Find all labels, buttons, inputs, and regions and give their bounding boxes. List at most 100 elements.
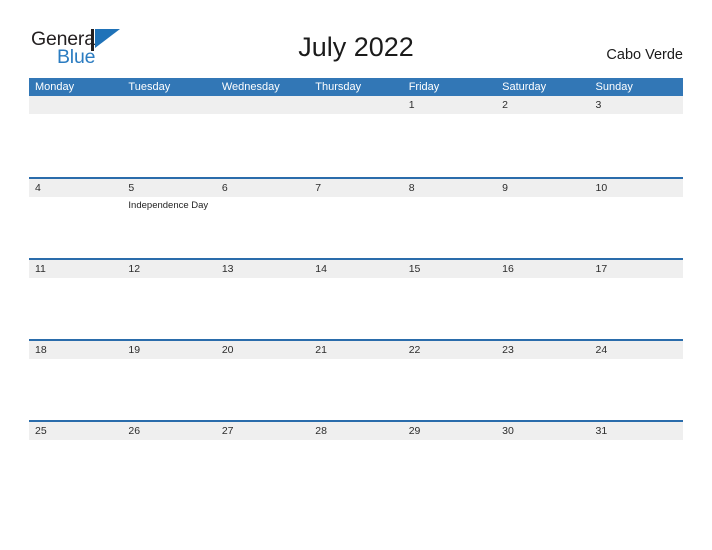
day-cell[interactable] — [403, 278, 496, 341]
day-cell[interactable] — [496, 359, 589, 422]
date-number[interactable]: 3 — [590, 96, 683, 114]
date-number-empty — [309, 96, 402, 114]
weekday-saturday: Saturday — [502, 81, 547, 93]
date-number[interactable]: 6 — [216, 179, 309, 197]
region-label: Cabo Verde — [606, 47, 683, 63]
day-cell[interactable] — [403, 359, 496, 422]
date-number[interactable]: 23 — [496, 341, 589, 359]
date-number[interactable]: 22 — [403, 341, 496, 359]
day-cell[interactable]: Independence Day — [122, 197, 215, 260]
day-cell[interactable] — [29, 278, 122, 341]
event-band — [29, 278, 683, 341]
calendar-week-row: 11 12 13 14 15 16 17 — [29, 258, 683, 341]
weekday-wednesday: Wednesday — [221, 81, 280, 93]
event-band — [29, 440, 683, 503]
day-cell[interactable] — [590, 278, 683, 341]
event-band: Independence Day — [29, 197, 683, 260]
calendar-page: General Blue July 2022 Cabo Verde Monday… — [0, 0, 712, 550]
day-cell[interactable] — [496, 114, 589, 177]
date-number[interactable]: 18 — [29, 341, 122, 359]
calendar-week-row: 123 — [29, 96, 683, 177]
day-cell[interactable] — [216, 197, 309, 260]
date-number[interactable]: 9 — [496, 179, 589, 197]
date-number[interactable]: 16 — [496, 260, 589, 278]
date-number[interactable]: 5 — [122, 179, 215, 197]
date-number[interactable]: 2 — [496, 96, 589, 114]
day-cell[interactable] — [403, 197, 496, 260]
date-number[interactable]: 20 — [216, 341, 309, 359]
day-cell — [29, 114, 122, 177]
calendar-weeks: 1 2 3 4 5 6 7 8 9 10 Independence Day 11 12 13 14 15 16 1… — [29, 96, 683, 503]
day-cell[interactable] — [590, 440, 683, 503]
date-number[interactable]: 31 — [590, 422, 683, 440]
date-number[interactable]: 28 — [309, 422, 402, 440]
day-cell[interactable] — [590, 359, 683, 422]
day-cell[interactable] — [122, 440, 215, 503]
day-cell[interactable] — [309, 278, 402, 341]
holiday-label: Independence Day — [128, 200, 209, 211]
day-cell[interactable] — [29, 197, 122, 260]
calendar-week-row: 4 5 6 7 8 9 10 Independence Day — [29, 177, 683, 260]
date-number[interactable]: 19 — [122, 341, 215, 359]
date-number[interactable]: 21 — [309, 341, 402, 359]
page-title: July 2022 — [298, 32, 414, 62]
date-number[interactable]: 14 — [309, 260, 402, 278]
day-cell[interactable] — [216, 359, 309, 422]
date-number[interactable]: 17 — [590, 260, 683, 278]
day-cell[interactable] — [403, 114, 496, 177]
date-number[interactable]: 12 — [122, 260, 215, 278]
event-band — [29, 114, 683, 177]
day-cell[interactable] — [309, 197, 402, 260]
date-number-empty — [216, 96, 309, 114]
date-number[interactable]: 1 — [403, 96, 496, 114]
calendar-grid: Monday Tuesday Wednesday Thursday Friday… — [29, 78, 683, 503]
date-number[interactable]: 10 — [590, 179, 683, 197]
day-cell[interactable] — [496, 197, 589, 260]
calendar-week-row: 18 19 20 21 22 23 24 — [29, 339, 683, 422]
date-number[interactable]: 7 — [309, 179, 402, 197]
day-cell — [122, 114, 215, 177]
date-number-band: 25 26 27 28 29 30 31 — [29, 422, 683, 440]
day-cell[interactable] — [496, 440, 589, 503]
date-number[interactable]: 8 — [403, 179, 496, 197]
weekday-friday: Friday — [408, 81, 440, 93]
day-cell[interactable] — [590, 114, 683, 177]
date-number[interactable]: 27 — [216, 422, 309, 440]
date-number-band: 11 12 13 14 15 16 17 — [29, 260, 683, 278]
event-band — [29, 359, 683, 422]
date-number[interactable]: 15 — [403, 260, 496, 278]
weekday-tuesday: Tuesday — [128, 81, 171, 93]
day-cell[interactable] — [496, 278, 589, 341]
day-cell — [216, 114, 309, 177]
day-cell[interactable] — [29, 440, 122, 503]
day-cell[interactable] — [122, 278, 215, 341]
day-cell[interactable] — [590, 197, 683, 260]
date-number-empty — [122, 96, 215, 114]
day-cell[interactable] — [309, 440, 402, 503]
date-number[interactable]: 24 — [590, 341, 683, 359]
date-number[interactable]: 11 — [29, 260, 122, 278]
weekday-sunday: Sunday — [595, 81, 633, 93]
date-number-empty — [29, 96, 122, 114]
date-number[interactable]: 26 — [122, 422, 215, 440]
date-number-band: 18 19 20 21 22 23 24 — [29, 341, 683, 359]
day-cell[interactable] — [309, 359, 402, 422]
day-cell — [309, 114, 402, 177]
weekday-monday: Monday — [35, 81, 75, 93]
day-cell[interactable] — [216, 440, 309, 503]
date-number[interactable]: 25 — [29, 422, 122, 440]
weekday-header-row: Monday Tuesday Wednesday Thursday Friday… — [29, 78, 683, 96]
day-cell[interactable] — [403, 440, 496, 503]
date-number-band: 123 — [29, 96, 683, 114]
day-cell[interactable] — [122, 359, 215, 422]
date-number[interactable]: 13 — [216, 260, 309, 278]
page-header: General Blue July 2022 Cabo Verde — [0, 0, 712, 78]
weekday-thursday: Thursday — [315, 81, 362, 93]
day-cell[interactable] — [216, 278, 309, 341]
date-number[interactable]: 29 — [403, 422, 496, 440]
date-number[interactable]: 4 — [29, 179, 122, 197]
date-number-band: 4 5 6 7 8 9 10 — [29, 179, 683, 197]
calendar-week-row: 25 26 27 28 29 30 31 — [29, 420, 683, 503]
day-cell[interactable] — [29, 359, 122, 422]
date-number[interactable]: 30 — [496, 422, 589, 440]
